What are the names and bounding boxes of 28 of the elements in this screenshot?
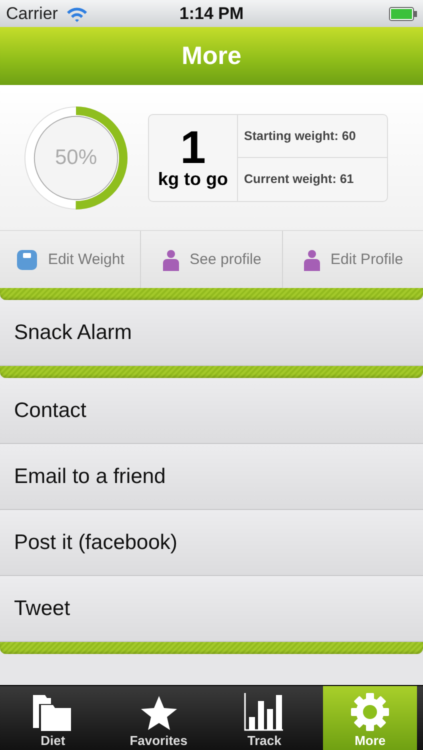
- star-icon: [140, 695, 178, 731]
- carrier-label: Carrier: [6, 4, 58, 24]
- gear-icon: [351, 693, 390, 731]
- menu-item[interactable]: Snack Alarm: [0, 300, 423, 366]
- menu-item[interactable]: Post it (facebook): [0, 510, 423, 576]
- menu-item[interactable]: Contact: [0, 378, 423, 444]
- clock-time: 1:14 PM: [179, 4, 244, 24]
- screen-title: More: [182, 42, 242, 70]
- person-icon: [302, 248, 321, 270]
- folder-icon: [32, 695, 73, 731]
- tab[interactable]: Diet: [6, 686, 100, 750]
- action-button[interactable]: See profile: [141, 231, 283, 288]
- scale-icon: [16, 248, 38, 270]
- kg-remaining: 1: [180, 125, 206, 169]
- kg-to-go-label: kg to go: [158, 169, 228, 190]
- wifi-icon: [66, 6, 88, 22]
- menu-item[interactable]: Email to a friend: [0, 444, 423, 510]
- current-weight: Current weight: 61: [238, 157, 387, 200]
- progress-percent: 50%: [54, 146, 98, 170]
- person-icon: [162, 248, 180, 270]
- bar-chart-icon: [244, 693, 284, 731]
- starting-weight: Starting weight: 60: [243, 128, 357, 145]
- tab[interactable]: Track: [218, 686, 312, 750]
- action-button[interactable]: Edit Profile: [282, 231, 423, 288]
- menu-item[interactable]: Tweet: [0, 576, 423, 642]
- tab[interactable]: Favorites: [112, 686, 206, 750]
- action-button[interactable]: Edit Weight: [0, 231, 142, 288]
- battery-icon: [389, 6, 417, 20]
